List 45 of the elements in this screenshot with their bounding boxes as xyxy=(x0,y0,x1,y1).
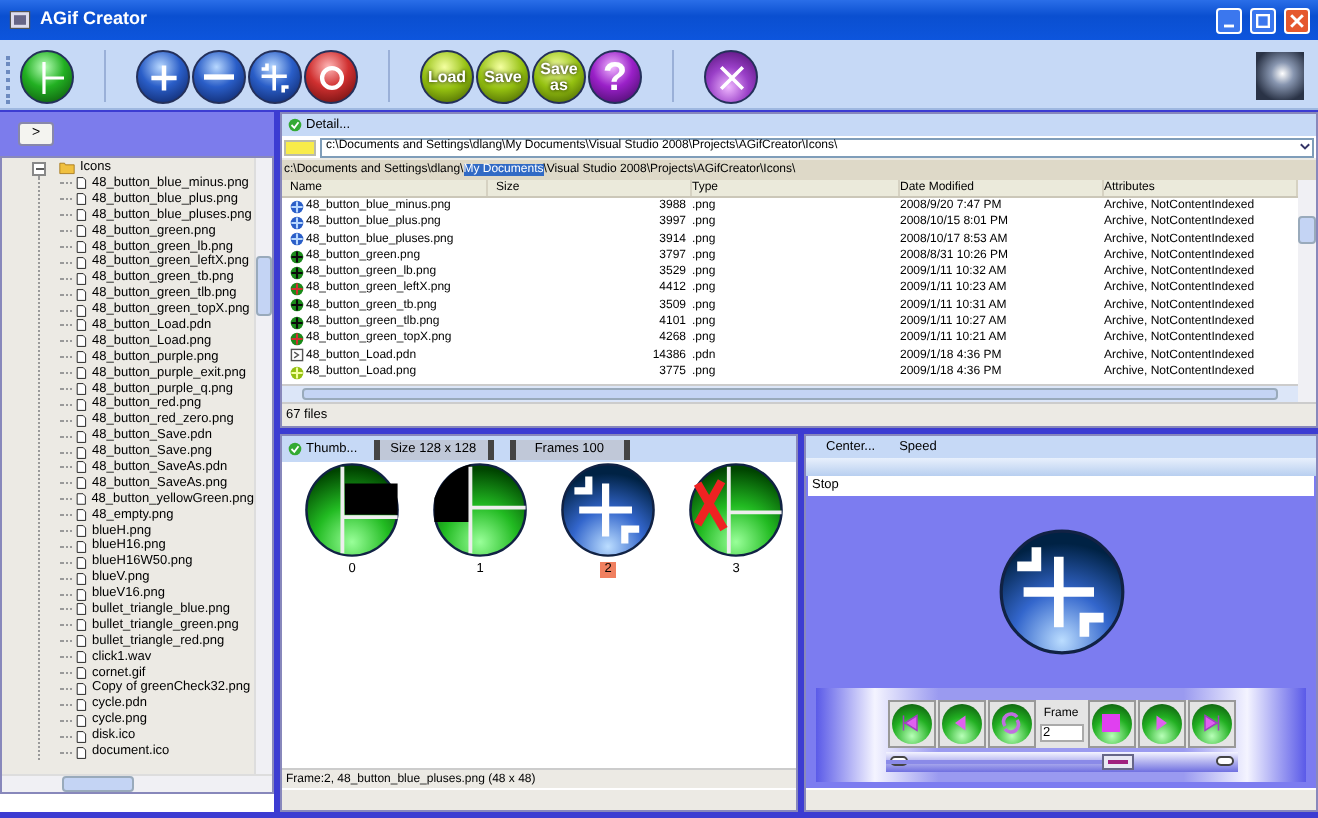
player-button[interactable] xyxy=(1087,699,1135,747)
folder-swatch xyxy=(284,139,316,155)
player-button[interactable] xyxy=(1137,699,1185,747)
crossed-out-button-image xyxy=(688,462,784,558)
toolbar-button[interactable] xyxy=(20,50,74,104)
vertical-scrollbar[interactable] xyxy=(254,158,272,774)
plus-icon xyxy=(145,59,181,95)
minimize-button[interactable] xyxy=(1216,7,1242,33)
maximize-button[interactable] xyxy=(1250,7,1276,33)
toolbar-button[interactable] xyxy=(192,50,246,104)
minus-icon xyxy=(204,74,234,80)
player-button[interactable] xyxy=(1187,699,1235,747)
maximize-icon xyxy=(1256,13,1270,27)
pluses-icon xyxy=(257,59,293,95)
pluses-button-image xyxy=(997,528,1125,656)
player-button[interactable] xyxy=(937,699,985,747)
check-icon xyxy=(288,118,302,132)
player-button[interactable] xyxy=(887,699,935,747)
dropdown-icon xyxy=(1298,140,1312,154)
minimize-icon xyxy=(1224,23,1234,27)
round-button-icon xyxy=(290,365,304,380)
photo-placeholder xyxy=(1256,52,1304,100)
horizontal-scrollbar[interactable] xyxy=(282,384,1298,402)
horizontal-scrollbar[interactable] xyxy=(2,774,272,792)
slider-thumb[interactable] xyxy=(1101,753,1134,769)
close-button[interactable] xyxy=(1284,7,1310,33)
document-icon xyxy=(290,348,304,363)
stop-icon xyxy=(1096,708,1126,738)
vertical-scrollbar[interactable] xyxy=(1298,180,1316,402)
toolbar-button[interactable] xyxy=(248,50,302,104)
close-icon xyxy=(1290,13,1304,27)
cross-lines-icon xyxy=(42,61,64,93)
slider-track[interactable] xyxy=(885,751,1237,771)
loop-icon xyxy=(996,708,1026,738)
app-icon xyxy=(8,8,32,32)
player-button[interactable] xyxy=(987,699,1035,747)
window-title: AGif Creator xyxy=(40,6,148,33)
check-icon xyxy=(288,442,302,456)
collapse-toggle[interactable] xyxy=(32,161,46,175)
toolbar-button[interactable] xyxy=(136,50,190,104)
folder-icon xyxy=(58,160,76,176)
cross-button-image xyxy=(304,462,400,558)
toolbar-button[interactable] xyxy=(304,50,358,104)
toolbar-button[interactable] xyxy=(704,50,758,104)
cross-button-image xyxy=(432,462,528,558)
